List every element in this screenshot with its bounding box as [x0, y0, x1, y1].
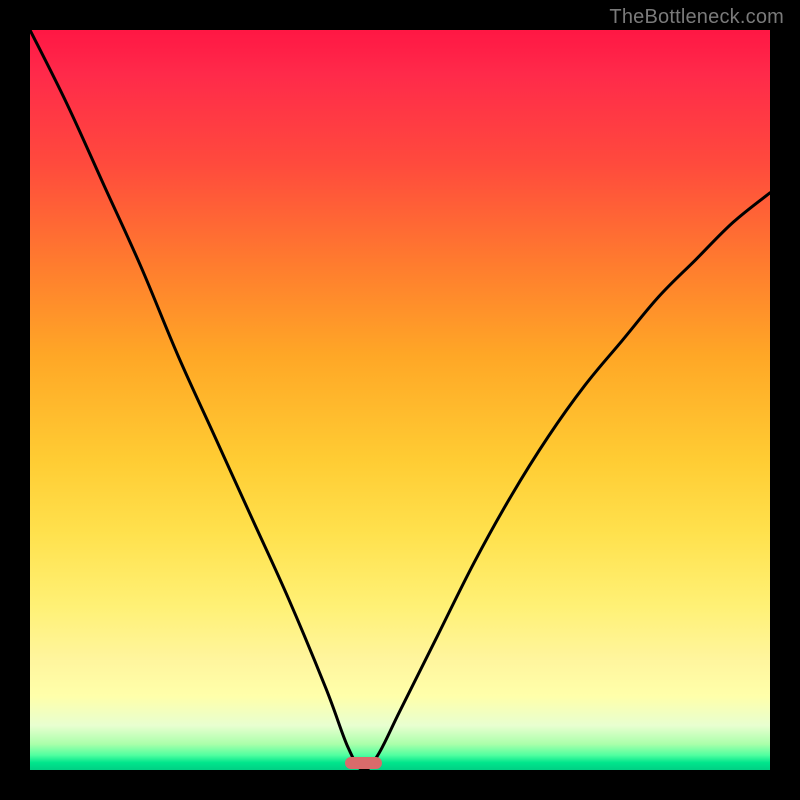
- optimal-marker: [345, 757, 382, 769]
- bottleneck-curve: [30, 30, 770, 770]
- watermark-text: TheBottleneck.com: [609, 6, 784, 29]
- chart-frame: TheBottleneck.com: [0, 0, 800, 800]
- plot-area: [30, 30, 770, 770]
